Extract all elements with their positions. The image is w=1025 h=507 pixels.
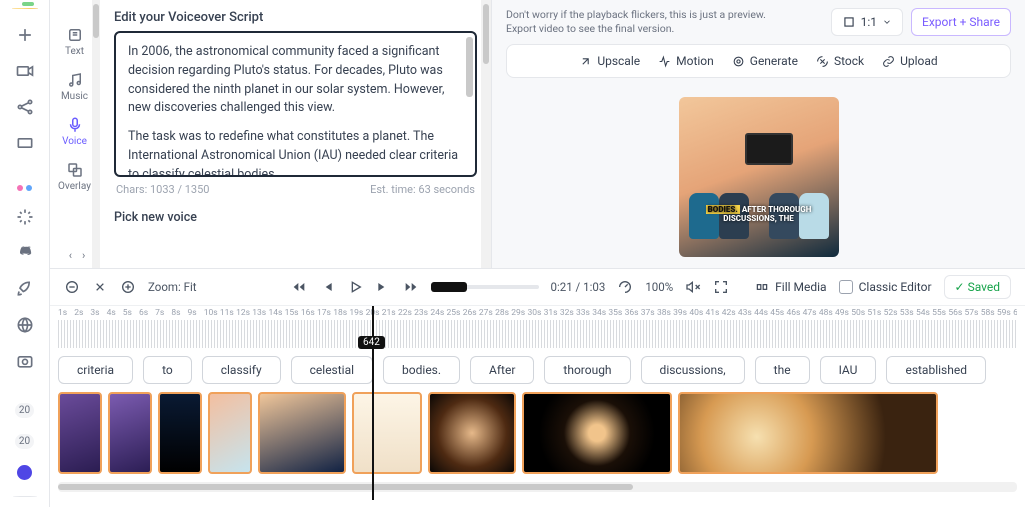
zoom-label[interactable]: Zoom: Fit xyxy=(148,280,197,294)
ffwd-icon[interactable] xyxy=(403,279,419,295)
zoom-out-icon[interactable] xyxy=(64,279,80,295)
waveform[interactable] xyxy=(58,320,1017,348)
clip[interactable] xyxy=(352,392,422,474)
word-chip[interactable]: classify xyxy=(202,356,281,384)
word-track: criteriatoclassifycelestialbodies.Aftert… xyxy=(58,352,1017,392)
mode-tabs: Text Music Voice Overlay ‹ › xyxy=(50,0,100,268)
nav-rail: 20 20 xyxy=(0,0,50,507)
discord-icon[interactable] xyxy=(15,243,35,263)
timeline: 1s2s3s4s5s6s7s8s9s10s11s12s13s14s15s16s1… xyxy=(50,306,1025,500)
char-count: Chars: 1033 / 1350 xyxy=(116,183,209,196)
play-icon[interactable] xyxy=(347,279,363,295)
playhead[interactable] xyxy=(372,306,374,500)
word-chip[interactable]: thorough xyxy=(544,356,630,384)
app-logo xyxy=(12,8,38,9)
upload-button[interactable]: Upload xyxy=(882,54,938,68)
script-editor: Edit your Voiceover Script In 2006, the … xyxy=(100,0,492,268)
aspect-ratio-button[interactable]: 1:1 xyxy=(831,8,903,36)
prev-icon[interactable] xyxy=(319,279,335,295)
video-icon[interactable] xyxy=(15,61,35,81)
upscale-button[interactable]: Upscale xyxy=(579,54,640,68)
scrollbar[interactable] xyxy=(481,0,491,268)
clip[interactable] xyxy=(258,392,346,474)
generate-button[interactable]: Generate xyxy=(732,54,798,68)
mute-icon[interactable] xyxy=(685,279,701,295)
est-time: Est. time: 63 seconds xyxy=(370,183,475,196)
clip[interactable] xyxy=(522,392,672,474)
motion-button[interactable]: Motion xyxy=(658,54,714,68)
clip[interactable] xyxy=(208,392,252,474)
saved-indicator: ✓ Saved xyxy=(944,275,1011,299)
preview-frame: BODIES. AFTER THOROUGHDISCUSSIONS, THE xyxy=(679,97,839,257)
word-chip[interactable]: criteria xyxy=(58,356,133,384)
rocket-icon[interactable] xyxy=(15,279,35,299)
clip[interactable] xyxy=(428,392,516,474)
preview-pane: Don't worry if the playback flickers, th… xyxy=(492,0,1025,268)
word-chip[interactable]: IAU xyxy=(820,356,877,384)
gen-toolbar: Upscale Motion Generate Stock Upload xyxy=(506,44,1011,78)
chevron-right-icon[interactable]: › xyxy=(82,249,85,262)
pick-voice-heading: Pick new voice xyxy=(100,196,491,233)
credits-chip-b[interactable]: 20 xyxy=(15,434,34,449)
timeline-controls: Zoom: Fit 0:21 / 1:03 100% Fill Media Cl… xyxy=(50,269,1025,306)
word-chip[interactable]: the xyxy=(755,356,810,384)
fill-media-button[interactable]: Fill Media xyxy=(755,280,826,294)
expand-icon[interactable] xyxy=(92,279,108,295)
word-chip[interactable]: established xyxy=(886,356,986,384)
stock-button[interactable]: Stock xyxy=(816,54,864,68)
preview-note: Don't worry if the playback flickers, th… xyxy=(506,8,766,36)
word-chip[interactable]: celestial xyxy=(291,356,373,384)
sparkle-icon[interactable] xyxy=(15,207,35,227)
clip[interactable] xyxy=(678,392,938,474)
script-text: In 2006, the astronomical community face… xyxy=(128,43,463,118)
classic-editor-toggle[interactable]: Classic Editor xyxy=(839,280,932,294)
word-chip[interactable]: After xyxy=(470,356,534,384)
rewind-icon[interactable] xyxy=(291,279,307,295)
clip[interactable] xyxy=(58,392,102,474)
time-display: 0:21 / 1:03 xyxy=(551,280,606,294)
clip[interactable] xyxy=(108,392,152,474)
scrollbar[interactable] xyxy=(92,0,100,268)
word-chip[interactable]: to xyxy=(143,356,192,384)
export-button[interactable]: Export + Share xyxy=(911,8,1011,36)
card-icon[interactable] xyxy=(15,133,35,153)
zoom-in-icon[interactable] xyxy=(120,279,136,295)
status-chip[interactable] xyxy=(17,465,32,480)
scrollbar[interactable] xyxy=(466,37,473,97)
next-icon[interactable] xyxy=(375,279,391,295)
chevron-down-icon xyxy=(882,17,892,27)
speed-icon[interactable] xyxy=(617,279,633,295)
script-text: The task was to redefine what constitute… xyxy=(128,128,463,177)
time-ruler: 1s2s3s4s5s6s7s8s9s10s11s12s13s14s15s16s1… xyxy=(58,306,1017,318)
share-icon[interactable] xyxy=(15,97,35,117)
editor-title: Edit your Voiceover Script xyxy=(100,0,491,31)
seek-bar[interactable] xyxy=(431,285,539,289)
clip[interactable] xyxy=(158,392,202,474)
chevron-left-icon[interactable]: ‹ xyxy=(69,249,72,262)
word-chip[interactable]: bodies. xyxy=(383,356,460,384)
clip-track xyxy=(58,392,1017,480)
zoom-pct: 100% xyxy=(645,280,673,294)
add-icon[interactable] xyxy=(15,25,35,45)
camera-icon[interactable] xyxy=(15,351,35,371)
word-chip[interactable]: discussions, xyxy=(641,356,745,384)
h-scrollbar[interactable] xyxy=(58,482,1017,492)
credits-chip-a[interactable]: 20 xyxy=(15,403,34,418)
avatar[interactable] xyxy=(13,496,37,497)
script-textarea[interactable]: In 2006, the astronomical community face… xyxy=(114,31,477,177)
globe-icon[interactable] xyxy=(15,315,35,335)
fullscreen-icon[interactable] xyxy=(713,279,729,295)
caption-overlay: BODIES. AFTER THOROUGHDISCUSSIONS, THE xyxy=(679,205,839,223)
